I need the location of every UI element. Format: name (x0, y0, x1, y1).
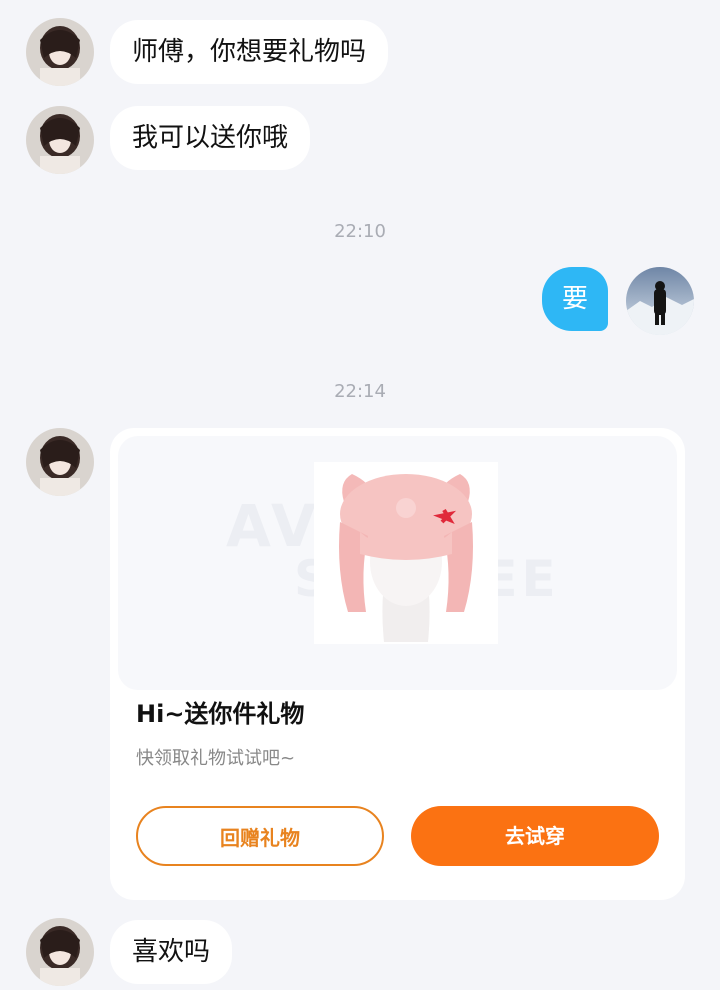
gift-preview[interactable]: AVATAR SKINFEE (118, 436, 677, 690)
timestamp: 22:14 (334, 381, 386, 402)
message-bubble[interactable]: 师傅，你想要礼物吗 (110, 20, 389, 84)
my-message-bubble[interactable]: 要 (542, 267, 609, 331)
gift-card[interactable]: AVATAR SKINFEE Hi~送你件礼物 快领取礼物试试吧~ 回赠礼物 去… (110, 428, 685, 900)
message-bubble[interactable]: 喜欢吗 (110, 920, 233, 984)
partner-avatar[interactable] (26, 106, 94, 174)
try-on-button[interactable]: 去试穿 (411, 806, 659, 866)
timestamp: 22:10 (334, 221, 386, 242)
partner-avatar[interactable] (26, 18, 94, 86)
partner-avatar[interactable] (26, 428, 94, 496)
message-bubble[interactable]: 我可以送你哦 (110, 106, 311, 170)
my-avatar[interactable] (626, 267, 694, 335)
cat-ear-hair-icon (339, 474, 473, 642)
hair-item-image (314, 462, 498, 644)
gift-card-title: Hi~送你件礼物 (136, 700, 305, 728)
return-gift-button[interactable]: 回赠礼物 (136, 806, 384, 866)
gift-card-subtitle: 快领取礼物试试吧~ (136, 748, 296, 769)
partner-avatar[interactable] (26, 918, 94, 986)
